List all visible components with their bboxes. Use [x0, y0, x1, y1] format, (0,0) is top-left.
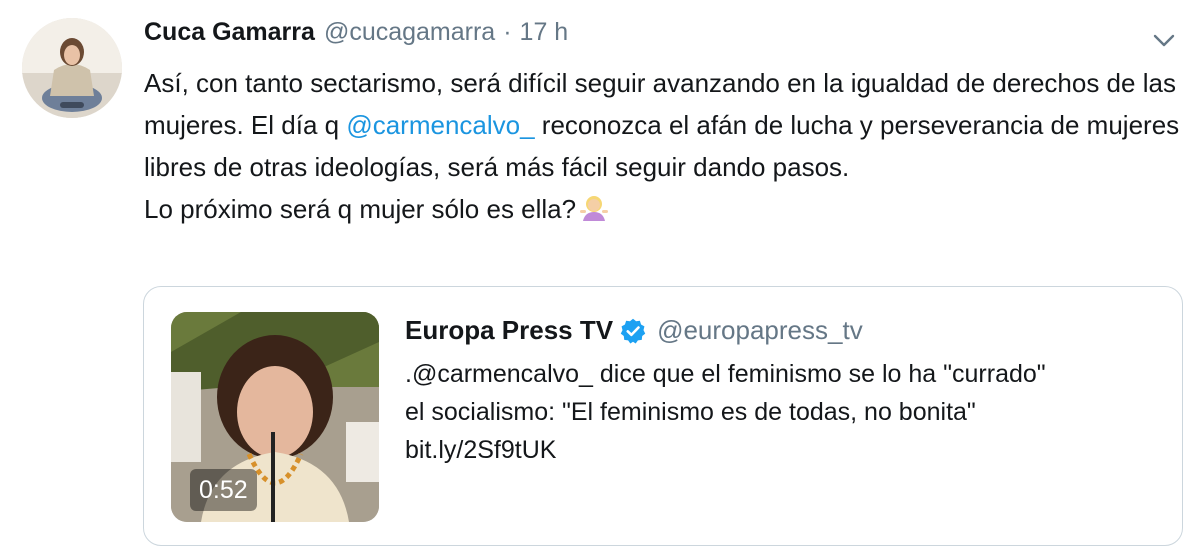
quoted-tweet-card[interactable]: 0:52 Europa Press TV @europapress_tv .@c… [143, 286, 1183, 546]
woman-shrugging-emoji [580, 196, 609, 221]
quoted-tweet-header: Europa Press TV @europapress_tv [405, 315, 863, 346]
tweet-text: Así, con tanto sectarismo, será difícil … [144, 62, 1189, 230]
mention-link[interactable]: @carmencalvo_ [346, 110, 534, 140]
quoted-tweet-text: .@carmencalvo_ dice que el feminismo se … [405, 355, 1165, 469]
quoted-text-line: el socialismo: "El feminismo es de todas… [405, 398, 976, 426]
separator: · [503, 18, 512, 46]
author-name[interactable]: Cuca Gamarra [144, 18, 315, 47]
quoted-link[interactable]: bit.ly/2Sf9tUK [405, 431, 1165, 469]
avatar-photo [22, 18, 122, 118]
verified-badge-icon [620, 318, 646, 343]
chevron-down-icon[interactable] [1150, 26, 1178, 54]
video-thumbnail[interactable]: 0:52 [171, 312, 379, 522]
quoted-text-line: .@carmencalvo_ dice que el feminismo se … [405, 360, 1046, 388]
tweet[interactable]: Cuca Gamarra @cucagamarra · 17 h Así, co… [0, 0, 1200, 548]
timestamp[interactable]: 17 h [520, 18, 569, 47]
video-duration: 0:52 [190, 469, 257, 511]
tweet-text-last-line: Lo próximo será q mujer sólo es ella? [144, 194, 577, 224]
quoted-author-name[interactable]: Europa Press TV [405, 315, 613, 346]
author-handle[interactable]: @cucagamarra [324, 18, 495, 47]
avatar[interactable] [22, 18, 122, 118]
quoted-author-handle[interactable]: @europapress_tv [657, 315, 863, 346]
tweet-header: Cuca Gamarra @cucagamarra · 17 h [144, 18, 568, 54]
